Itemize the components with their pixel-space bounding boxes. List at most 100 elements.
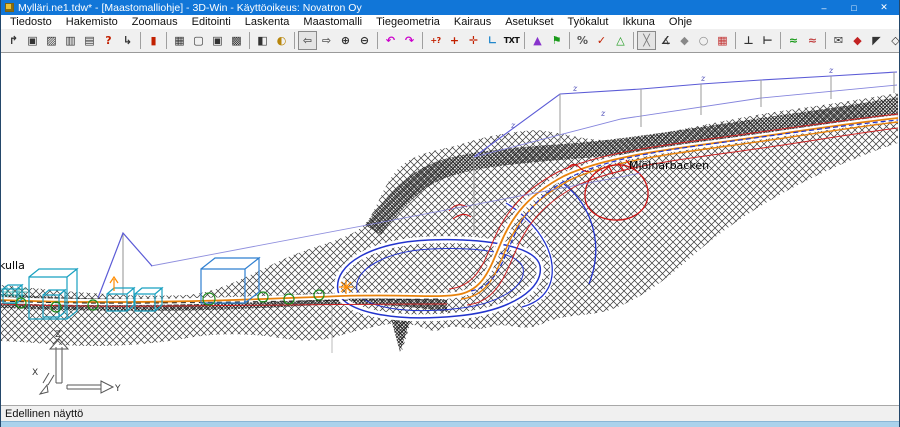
area-flag-button[interactable]: ⚑	[547, 31, 566, 50]
file-copy-button[interactable]: ▤	[80, 31, 99, 50]
file-open-button[interactable]: ↱	[4, 31, 23, 50]
menu-item-tykalut[interactable]: Työkalut	[561, 15, 616, 29]
file-export-icon: ↳	[123, 35, 132, 46]
text-add-button[interactable]: TXT	[502, 31, 521, 50]
axis-indicator	[40, 339, 113, 394]
toolbar-separator	[377, 32, 378, 49]
menu-item-editointi[interactable]: Editointi	[185, 15, 238, 29]
file-reference-icon: ▨	[46, 35, 56, 46]
status-text: Edellinen näyttö	[5, 408, 83, 420]
section-curves-a-button[interactable]: ≈	[784, 31, 803, 50]
redraw-icon: ◐	[277, 35, 287, 46]
line-measure-button[interactable]: ∟	[483, 31, 502, 50]
send-mail-icon: ✉	[834, 35, 843, 46]
file-write-button[interactable]: ▥	[61, 31, 80, 50]
profile-add-button[interactable]: ⊥	[739, 31, 758, 50]
view-store-icon: ▣	[212, 35, 222, 46]
minimize-button[interactable]: –	[809, 0, 839, 15]
zoom-out-button[interactable]: ⊖	[355, 31, 374, 50]
toolbar: ↱▣▨▥▤?↳▮▦▢▣▩◧◐⇦⇨⊕⊖↶↷+?+✛∟TXT▲⚑%✓△╳∡◆○▦⊥⊢…	[1, 29, 899, 53]
redo-button[interactable]: ↷	[400, 31, 419, 50]
surface-model-button[interactable]: ▲	[528, 31, 547, 50]
previous-view-button[interactable]: ⇦	[298, 31, 317, 50]
menu-item-ikkuna[interactable]: Ikkuna	[615, 15, 661, 29]
fit-window-icon: ◧	[257, 35, 267, 46]
place-label-left: kulla	[1, 259, 25, 272]
profile-tool-button[interactable]: ⊢	[758, 31, 777, 50]
view-store-button[interactable]: ▣	[208, 31, 227, 50]
view-numeric-button[interactable]: ▢	[189, 31, 208, 50]
toolbar-separator	[524, 32, 525, 49]
view-raster-button[interactable]: ▩	[227, 31, 246, 50]
points-add-button[interactable]: ✛	[464, 31, 483, 50]
menu-item-hakemisto[interactable]: Hakemisto	[59, 15, 125, 29]
solid-view-button[interactable]: ◆	[848, 31, 867, 50]
active-element-button[interactable]: ▮	[144, 31, 163, 50]
model-box-button[interactable]: ◇	[886, 31, 900, 50]
toolbar-separator	[780, 32, 781, 49]
undo-icon: ↶	[386, 35, 395, 46]
file-reference-button[interactable]: ▨	[42, 31, 61, 50]
menu-item-ohje[interactable]: Ohje	[662, 15, 699, 29]
coordinate-transform-icon: %	[577, 35, 588, 46]
site-label: Mjölnarbacken	[629, 159, 709, 172]
window-controls: – □ ✕	[809, 0, 899, 15]
profile-tool-icon: ⊢	[762, 35, 772, 46]
toolbar-separator	[825, 32, 826, 49]
points-add-icon: ✛	[469, 35, 478, 46]
surface-model-icon: ▲	[533, 35, 541, 46]
drawing-area[interactable]: z z z z z	[1, 53, 899, 405]
cross-section-line-button[interactable]: ╳	[637, 31, 656, 50]
axis-x-label: X	[32, 368, 38, 378]
fit-window-button[interactable]: ◧	[253, 31, 272, 50]
zoom-in-icon: ⊕	[341, 35, 350, 46]
undo-button[interactable]: ↶	[381, 31, 400, 50]
pointer-tool-button[interactable]: ◤	[867, 31, 886, 50]
file-import-button[interactable]: ▣	[23, 31, 42, 50]
close-button[interactable]: ✕	[869, 0, 899, 15]
menu-item-asetukset[interactable]: Asetukset	[498, 15, 560, 29]
file-query-button[interactable]: ?	[99, 31, 118, 50]
contour-circle-icon: ○	[699, 35, 709, 46]
active-element-icon: ▮	[150, 35, 156, 46]
menu-bar: TiedostoHakemistoZoomausEditointiLaskent…	[1, 15, 899, 29]
colored-grid-button[interactable]: ▦	[713, 31, 732, 50]
maximize-button[interactable]: □	[839, 0, 869, 15]
point-add-icon: +	[450, 35, 459, 46]
toolbar-separator	[735, 32, 736, 49]
section-angle-button[interactable]: ∡	[656, 31, 675, 50]
menu-item-laskenta[interactable]: Laskenta	[238, 15, 297, 29]
send-mail-button[interactable]: ✉	[829, 31, 848, 50]
coordinate-transform-button[interactable]: %	[573, 31, 592, 50]
fence-z-label: z	[600, 109, 606, 118]
section-angle-icon: ∡	[661, 35, 671, 46]
toolbar-separator	[633, 32, 634, 49]
map-canvas[interactable]: z z z z z	[1, 53, 899, 405]
file-export-button[interactable]: ↳	[118, 31, 137, 50]
menu-item-tiedosto[interactable]: Tiedosto	[3, 15, 59, 29]
solid-view-icon: ◆	[853, 35, 861, 46]
menu-item-tiegeometria[interactable]: Tiegeometria	[369, 15, 447, 29]
file-copy-icon: ▤	[84, 35, 94, 46]
coordinate-check-button[interactable]: ✓	[592, 31, 611, 50]
window-title: Mylläri.ne1.tdw* - [Maastomalliohje] - 3…	[18, 2, 809, 14]
point-add-button[interactable]: +	[445, 31, 464, 50]
toolbar-separator	[294, 32, 295, 49]
pointer-tool-icon: ◤	[872, 35, 880, 46]
section-curves-a-icon: ≈	[789, 35, 798, 46]
solid-model-icon: ◆	[680, 35, 688, 46]
title-bar: Mylläri.ne1.tdw* - [Maastomalliohje] - 3…	[1, 0, 899, 15]
contour-circle-button[interactable]: ○	[694, 31, 713, 50]
solid-model-button[interactable]: ◆	[675, 31, 694, 50]
redraw-button[interactable]: ◐	[272, 31, 291, 50]
next-view-button[interactable]: ⇨	[317, 31, 336, 50]
menu-item-maastomalli[interactable]: Maastomalli	[296, 15, 369, 29]
zoom-in-button[interactable]: ⊕	[336, 31, 355, 50]
print-button[interactable]: ▦	[170, 31, 189, 50]
point-info-button[interactable]: +?	[426, 31, 445, 50]
line-measure-icon: ∟	[488, 35, 497, 46]
section-curves-b-button[interactable]: ≈	[803, 31, 822, 50]
menu-item-zoomaus[interactable]: Zoomaus	[125, 15, 185, 29]
triangle-model-button[interactable]: △	[611, 31, 630, 50]
menu-item-kairaus[interactable]: Kairaus	[447, 15, 498, 29]
